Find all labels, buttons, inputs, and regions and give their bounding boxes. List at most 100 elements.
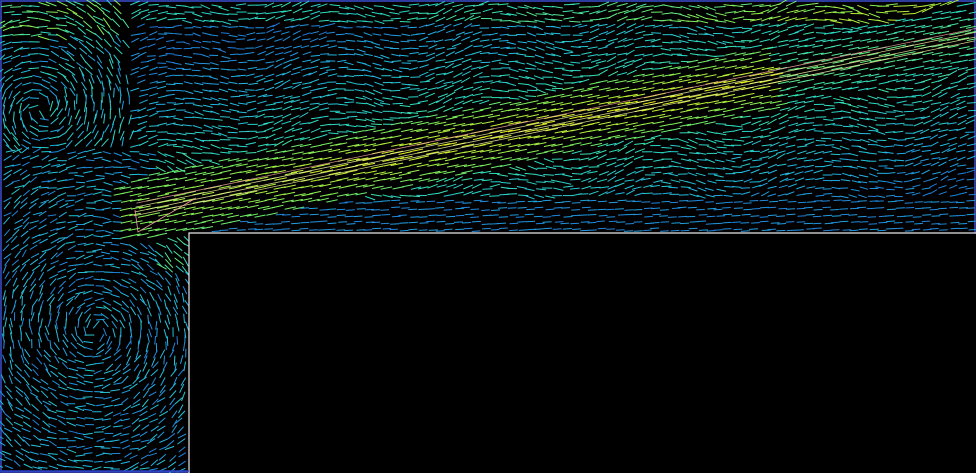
velocity-vector: [661, 185, 672, 188]
velocity-vector: [58, 168, 68, 174]
velocity-vector: [797, 201, 807, 204]
velocity-vector: [824, 160, 834, 163]
velocity-vector: [38, 292, 44, 302]
velocity-vector: [21, 54, 30, 58]
velocity-vector: [124, 452, 133, 458]
velocity-vector: [958, 185, 968, 189]
velocity-vector: [3, 11, 15, 14]
velocity-vector: [237, 34, 247, 37]
velocity-vector: [714, 12, 727, 17]
velocity-vector: [471, 60, 482, 63]
velocity-vector: [2, 60, 12, 64]
velocity-vector: [103, 377, 113, 382]
velocity-vector: [53, 342, 60, 351]
velocity-vector: [365, 176, 378, 181]
velocity-vector: [38, 224, 47, 230]
velocity-vector: [68, 272, 77, 280]
velocity-vector: [506, 41, 516, 45]
velocity-vector: [776, 163, 787, 167]
velocity-vector: [48, 196, 58, 204]
velocity-vector: [372, 214, 382, 217]
velocity-vector: [578, 214, 588, 216]
velocity-vector: [955, 100, 966, 106]
velocity-vector: [632, 200, 642, 203]
velocity-vector: [812, 215, 822, 218]
velocity-vector: [14, 195, 22, 203]
velocity-vector: [752, 159, 763, 162]
velocity-vector: [93, 384, 104, 388]
velocity-vector: [785, 144, 796, 148]
velocity-vector: [839, 220, 849, 223]
velocity-vector: [163, 355, 165, 365]
velocity-vector: [832, 124, 843, 126]
velocity-vector: [113, 171, 123, 174]
velocity-vector: [264, 86, 275, 92]
velocity-vector: [94, 32, 103, 41]
velocity-vector: [39, 60, 49, 63]
velocity-vector: [815, 32, 827, 34]
velocity-vector: [419, 71, 429, 77]
velocity-vector: [151, 377, 157, 386]
velocity-vector: [759, 182, 768, 188]
velocity-vector: [319, 209, 329, 211]
velocity-vector: [344, 97, 355, 101]
velocity-vector: [4, 258, 11, 266]
velocity-vector: [338, 149, 351, 153]
velocity-vector: [461, 36, 471, 42]
velocity-vector: [544, 180, 555, 183]
velocity-vector: [787, 157, 797, 161]
velocity-vector: [803, 222, 813, 225]
velocity-vector: [64, 465, 75, 468]
velocity-vector: [120, 433, 130, 436]
velocity-vector: [633, 155, 644, 160]
velocity-vector: [704, 187, 714, 191]
velocity-vector: [111, 18, 121, 28]
velocity-vector: [119, 179, 129, 185]
velocity-vector: [418, 91, 429, 97]
velocity-vector: [140, 257, 150, 263]
velocity-vector: [626, 107, 640, 111]
velocity-vector: [83, 452, 93, 455]
velocity-vector: [913, 143, 924, 147]
velocity-vector: [445, 223, 455, 225]
velocity-vector: [42, 411, 51, 420]
velocity-vector: [398, 165, 411, 169]
velocity-vector: [35, 396, 43, 405]
velocity-vector: [172, 145, 184, 148]
velocity-vector: [795, 229, 804, 231]
velocity-vector: [606, 157, 617, 161]
velocity-vector: [533, 215, 543, 218]
velocity-vector: [3, 339, 5, 349]
velocity-vector: [391, 199, 401, 202]
velocity-vector: [92, 151, 102, 155]
velocity-vector: [281, 113, 292, 119]
velocity-vector: [344, 101, 355, 104]
velocity-vector: [832, 173, 842, 175]
velocity-vector: [374, 97, 384, 103]
velocity-vector: [435, 7, 446, 14]
velocity-vector: [400, 40, 410, 43]
velocity-vector: [101, 216, 111, 221]
velocity-vector: [39, 53, 50, 57]
velocity-vector: [824, 144, 835, 147]
velocity-vector: [400, 25, 410, 28]
velocity-vector: [236, 38, 246, 40]
velocity-vector: [114, 354, 122, 362]
velocity-vector: [562, 228, 572, 230]
velocity-vector: [752, 106, 764, 111]
velocity-vector: [884, 215, 894, 217]
velocity-vector: [562, 174, 573, 178]
velocity-vector: [400, 178, 412, 183]
velocity-vector: [635, 63, 646, 69]
velocity-vector: [732, 221, 741, 223]
velocity-vector: [696, 208, 705, 211]
velocity-vector: [74, 326, 78, 336]
velocity-vector: [893, 38, 905, 42]
velocity-vector: [694, 199, 704, 202]
velocity-vector: [122, 251, 133, 256]
velocity-vector: [138, 376, 148, 383]
velocity-vector: [104, 124, 110, 133]
velocity-vector: [408, 84, 419, 87]
velocity-vector: [302, 32, 311, 36]
velocity-vector: [803, 31, 815, 35]
